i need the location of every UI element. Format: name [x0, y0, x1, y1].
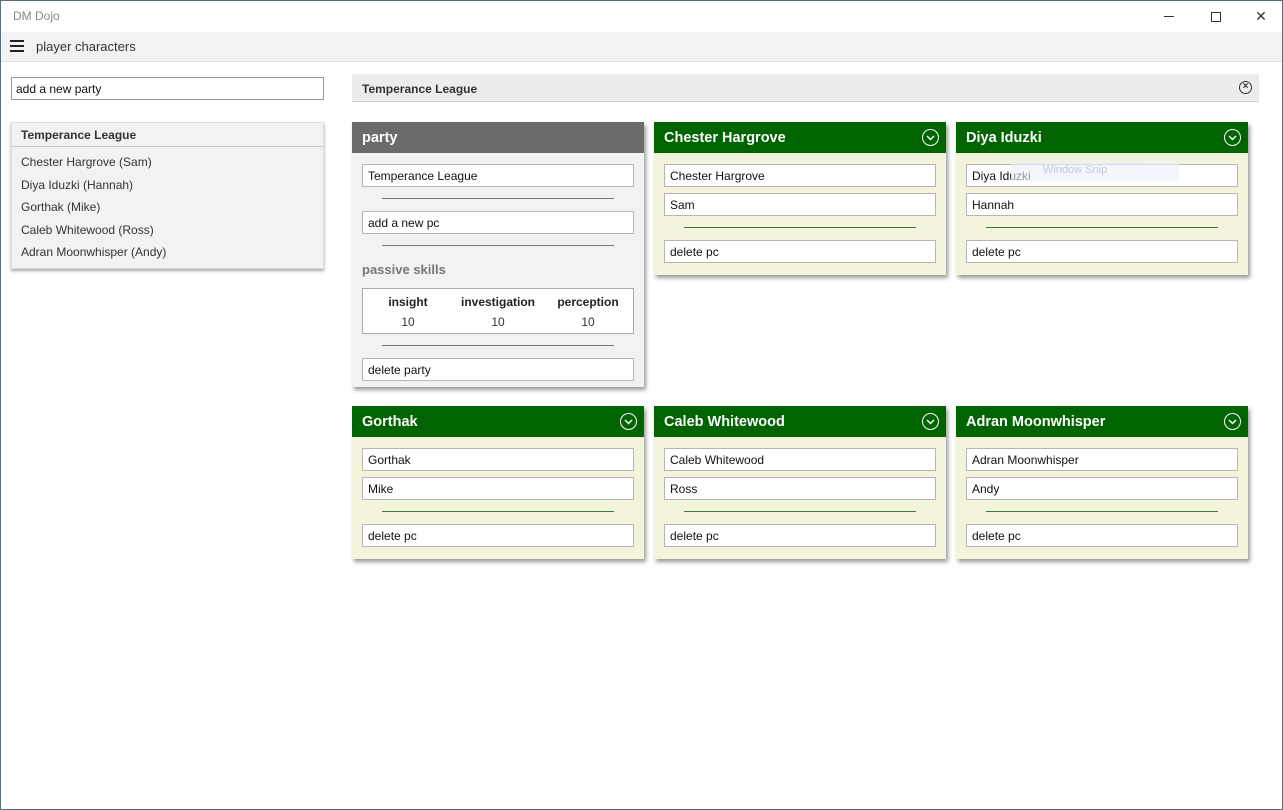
skill-value: 10	[491, 315, 505, 329]
delete-pc-button[interactable]	[664, 524, 936, 547]
chevron-down-icon[interactable]	[1224, 413, 1241, 430]
page-title: player characters	[36, 39, 136, 54]
minimize-icon	[1164, 16, 1174, 17]
pc-card: Adran Moonwhisper	[956, 406, 1248, 559]
add-party-input[interactable]	[11, 77, 324, 100]
party-member-item[interactable]: Gorthak (Mike)	[12, 196, 323, 219]
delete-pc-button[interactable]	[664, 240, 936, 263]
maximize-icon	[1211, 11, 1221, 22]
pc-card: Caleb Whitewood	[654, 406, 946, 559]
party-header: Temperance League ×	[352, 74, 1259, 102]
divider	[684, 227, 916, 228]
pc-player-field[interactable]	[664, 193, 936, 216]
party-member-item[interactable]: Chester Hargrove (Sam)	[12, 151, 323, 174]
party-member-item[interactable]: Caleb Whitewood (Ross)	[12, 219, 323, 242]
pc-card: Gorthak	[352, 406, 644, 559]
delete-pc-button[interactable]	[966, 240, 1238, 263]
pc-card-header: Gorthak	[352, 406, 644, 437]
minimize-button[interactable]	[1146, 1, 1192, 32]
skill-name: insight	[388, 295, 428, 309]
window-snip-overlay: Window Snip	[1011, 161, 1179, 181]
pc-card-title: Chester Hargrove	[664, 130, 786, 146]
pc-card-title: Gorthak	[362, 414, 418, 430]
title-bar: DM Dojo ✕	[1, 1, 1282, 32]
hamburger-menu-icon[interactable]	[10, 40, 24, 52]
divider	[382, 511, 614, 512]
app-window: DM Dojo ✕ player characters Temperance L…	[0, 0, 1283, 810]
delete-pc-button[interactable]	[362, 524, 634, 547]
pc-card-header: Chester Hargrove	[654, 122, 946, 153]
close-party-icon[interactable]: ×	[1239, 81, 1252, 94]
party-list: Temperance League Chester Hargrove (Sam)…	[11, 122, 324, 269]
pc-card: Diya Iduzki	[956, 122, 1248, 275]
pc-card-header: Adran Moonwhisper	[956, 406, 1248, 437]
add-pc-input[interactable]	[362, 211, 634, 234]
party-header-title: Temperance League	[362, 82, 478, 96]
party-member-list: Chester Hargrove (Sam) Diya Iduzki (Hann…	[12, 147, 323, 264]
passive-skills-table: insight 10 investigation 10 perception 1…	[362, 288, 634, 334]
divider	[986, 511, 1218, 512]
skill-name: investigation	[460, 295, 535, 309]
delete-party-button[interactable]	[362, 358, 634, 381]
divider	[382, 198, 614, 199]
pc-card-body	[654, 437, 946, 559]
skill-name: perception	[557, 295, 619, 309]
chevron-down-icon[interactable]	[922, 129, 939, 146]
pc-card: Chester Hargrove	[654, 122, 946, 275]
pc-card-title: Caleb Whitewood	[664, 414, 785, 430]
pc-name-field[interactable]	[966, 448, 1238, 471]
pc-player-field[interactable]	[664, 477, 936, 500]
party-name-field[interactable]	[362, 164, 634, 187]
pc-card-body	[352, 437, 644, 559]
skill-investigation: investigation 10	[453, 295, 543, 329]
skill-perception: perception 10	[543, 295, 633, 329]
close-icon: ✕	[1255, 8, 1267, 24]
chevron-down-icon[interactable]	[620, 413, 637, 430]
divider	[684, 511, 916, 512]
chevron-down-icon[interactable]	[922, 413, 939, 430]
pc-name-field[interactable]	[362, 448, 634, 471]
party-card-header: party	[352, 122, 644, 153]
passive-skills-heading: passive skills	[362, 262, 446, 277]
header-bar: player characters	[1, 32, 1282, 62]
divider	[382, 245, 614, 246]
pc-name-field[interactable]	[664, 448, 936, 471]
party-member-item[interactable]: Diya Iduzki (Hannah)	[12, 174, 323, 197]
skill-value: 10	[401, 315, 415, 329]
pc-card-header: Caleb Whitewood	[654, 406, 946, 437]
close-window-button[interactable]: ✕	[1238, 1, 1283, 32]
pc-player-field[interactable]	[966, 193, 1238, 216]
pc-card-header: Diya Iduzki	[956, 122, 1248, 153]
skill-insight: insight 10	[363, 295, 453, 329]
maximize-button[interactable]	[1193, 1, 1239, 32]
pc-card-body	[654, 153, 946, 275]
chevron-down-icon[interactable]	[1224, 129, 1241, 146]
divider	[382, 345, 614, 346]
party-card-body: passive skills insight 10 investigation …	[352, 153, 644, 387]
party-card: party passive skills insight 10 investig…	[352, 122, 644, 387]
skill-value: 10	[581, 315, 595, 329]
delete-pc-button[interactable]	[966, 524, 1238, 547]
pc-name-field[interactable]	[664, 164, 936, 187]
pc-card-title: Adran Moonwhisper	[966, 414, 1106, 430]
pc-player-field[interactable]	[362, 477, 634, 500]
party-list-header[interactable]: Temperance League	[12, 123, 323, 147]
pc-card-body	[956, 437, 1248, 559]
pc-player-field[interactable]	[966, 477, 1238, 500]
divider	[986, 227, 1218, 228]
app-title: DM Dojo	[13, 9, 60, 23]
party-member-item[interactable]: Adran Moonwhisper (Andy)	[12, 241, 323, 264]
pc-card-title: Diya Iduzki	[966, 130, 1042, 146]
